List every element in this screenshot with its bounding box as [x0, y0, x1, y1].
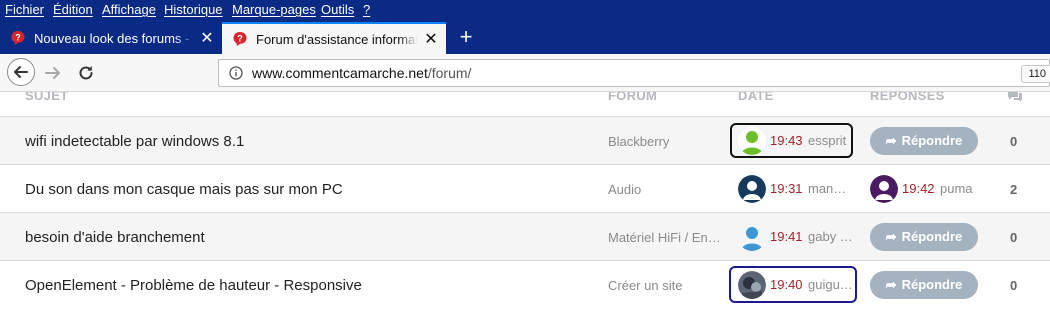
svg-text:?: ?	[15, 33, 21, 43]
last-post-author[interactable]: 19:43 essprit	[738, 127, 853, 155]
tab-title: Nouveau look des forums - Page	[34, 30, 194, 46]
forum-name[interactable]: Matériel HiFi / En…	[608, 230, 721, 245]
username[interactable]: man…	[808, 181, 846, 196]
menu-bar: Fichier Édition Affichage Historique Mar…	[0, 0, 1050, 20]
user-icon	[738, 127, 766, 155]
user-photo-icon	[738, 271, 766, 299]
nav-toolbar: www.commentcamarche.net/forum/ 110	[0, 54, 1050, 92]
menu-bookmarks[interactable]: Marque-pages	[232, 2, 316, 17]
table-header: SUJET FORUM DATE RÉPONSES	[0, 92, 1050, 108]
forum-topic-list: SUJET FORUM DATE RÉPONSES wifi indetecta…	[0, 92, 1050, 312]
reply-count: 0	[1010, 230, 1018, 245]
forward-arrow-icon[interactable]	[43, 63, 63, 83]
last-post-author[interactable]: 19:31 man…	[738, 175, 853, 203]
reply-button[interactable]: ➦ Répondre	[870, 271, 978, 299]
table-row[interactable]: Du son dans mon casque mais pas sur mon …	[0, 164, 1050, 212]
user-icon	[741, 227, 763, 251]
last-post-author[interactable]: 19:41 gaby …	[738, 223, 853, 251]
topic-title[interactable]: OpenElement - Problème de hauteur - Resp…	[25, 277, 362, 294]
reply-count: 2	[1010, 182, 1018, 197]
info-icon[interactable]	[229, 66, 243, 80]
menu-history[interactable]: Historique	[164, 2, 223, 17]
reply-arrow-icon: ➦	[885, 133, 897, 148]
header-forum[interactable]: FORUM	[608, 92, 657, 103]
menu-tools[interactable]: Outils	[321, 2, 354, 17]
reply-time[interactable]: 19:42	[902, 181, 935, 196]
username[interactable]: guigu…	[808, 277, 853, 292]
arrow-left-icon	[14, 66, 28, 78]
table-row[interactable]: besoin d'aide branchement Matériel HiFi …	[0, 212, 1050, 260]
close-icon[interactable]: ✕	[198, 28, 216, 48]
reply-arrow-icon: ➦	[885, 277, 897, 292]
last-reply-author[interactable]: 19:42 puma	[870, 175, 980, 203]
avatar	[870, 175, 898, 203]
avatar	[738, 223, 766, 251]
reply-count: 0	[1010, 134, 1018, 149]
username[interactable]: puma	[940, 181, 973, 196]
url-host: www.commentcamarche.net	[252, 65, 428, 81]
topic-title[interactable]: besoin d'aide branchement	[25, 229, 205, 246]
menu-help[interactable]: ?	[363, 2, 370, 17]
svg-text:?: ?	[237, 34, 243, 44]
table-row[interactable]: OpenElement - Problème de hauteur - Resp…	[0, 260, 1050, 308]
username[interactable]: gaby …	[808, 229, 853, 244]
header-date[interactable]: DATE	[738, 92, 774, 103]
post-time[interactable]: 19:41	[770, 229, 803, 244]
reply-button[interactable]: ➦ Répondre	[870, 127, 978, 155]
table-row[interactable]: wifi indetectable par windows 8.1 Blackb…	[0, 116, 1050, 164]
avatar	[738, 271, 766, 299]
comments-icon	[1008, 92, 1022, 102]
url-path: /forum/	[427, 65, 472, 81]
post-time[interactable]: 19:31	[770, 181, 803, 196]
back-button[interactable]	[7, 58, 35, 86]
close-icon[interactable]: ✕	[422, 29, 440, 49]
tab-forum-assistance[interactable]: ? Forum d'assistance informatique ✕	[222, 22, 446, 54]
user-icon	[870, 175, 898, 203]
reply-label: Répondre	[901, 133, 963, 148]
topic-title[interactable]: Du son dans mon casque mais pas sur mon …	[25, 181, 343, 198]
reply-button[interactable]: ➦ Répondre	[870, 223, 978, 251]
url-text[interactable]: www.commentcamarche.net/forum/	[252, 65, 471, 81]
header-subject[interactable]: SUJET	[25, 92, 68, 103]
user-icon	[738, 175, 766, 203]
reload-icon[interactable]	[76, 63, 96, 83]
reply-arrow-icon: ➦	[885, 229, 897, 244]
avatar	[738, 175, 766, 203]
reply-count: 0	[1010, 278, 1018, 293]
tab-strip: ? Nouveau look des forums - Page ✕ ? For…	[0, 20, 1050, 54]
menu-view[interactable]: Affichage	[102, 2, 156, 17]
reply-label: Répondre	[901, 277, 963, 292]
forum-name[interactable]: Blackberry	[608, 134, 669, 149]
avatar	[738, 127, 766, 155]
forum-name[interactable]: Audio	[608, 182, 641, 197]
reply-label: Répondre	[901, 229, 963, 244]
new-tab-plus-icon[interactable]: +	[455, 24, 477, 50]
topic-title[interactable]: wifi indetectable par windows 8.1	[25, 133, 244, 150]
username[interactable]: essprit	[808, 133, 846, 148]
header-replies[interactable]: RÉPONSES	[870, 92, 945, 103]
address-bar[interactable]: www.commentcamarche.net/forum/ 110	[218, 59, 1050, 87]
tab-forum-look[interactable]: ? Nouveau look des forums - Page ✕	[0, 22, 222, 54]
tab-title: Forum d'assistance informatique	[256, 31, 418, 47]
site-favicon-icon: ?	[233, 32, 247, 46]
menu-edit[interactable]: Édition	[53, 2, 93, 17]
post-time[interactable]: 19:43	[770, 133, 803, 148]
forum-name[interactable]: Créer un site	[608, 278, 682, 293]
menu-file[interactable]: Fichier	[5, 2, 44, 17]
site-favicon-icon: ?	[11, 31, 25, 45]
last-post-author[interactable]: 19:40 guigu…	[738, 271, 853, 299]
zoom-indicator[interactable]: 110	[1021, 65, 1050, 83]
post-time[interactable]: 19:40	[770, 277, 803, 292]
